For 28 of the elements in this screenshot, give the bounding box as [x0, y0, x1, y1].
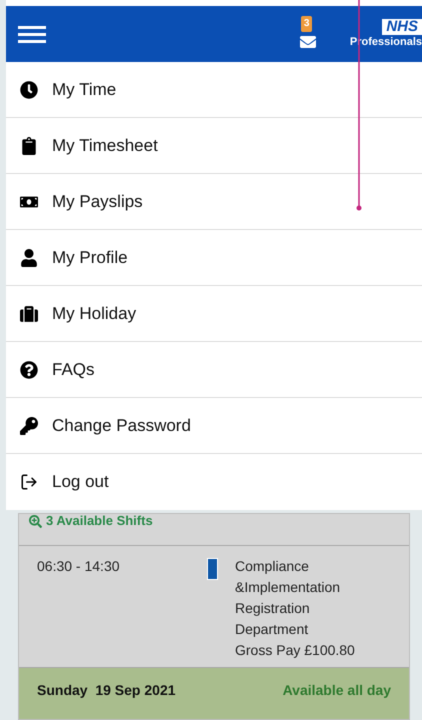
mail-icon: [300, 34, 316, 50]
menu-item[interactable]: My Holiday: [6, 286, 422, 342]
clock-icon: [20, 80, 38, 98]
menu-item[interactable]: FAQs: [6, 342, 422, 398]
menu-item[interactable]: Change Password: [6, 398, 422, 454]
shift-detail: Compliance: [235, 557, 310, 576]
menu-item[interactable]: My Timesheet: [6, 118, 422, 174]
suitcase-icon: [20, 304, 38, 322]
shift-detail: Department: [235, 620, 310, 639]
logo-mark: NHS: [382, 19, 422, 35]
menu-item[interactable]: My Time: [6, 62, 422, 118]
menu-item[interactable]: My Profile: [6, 230, 422, 286]
clipboard-icon: [20, 136, 38, 154]
shift-detail: &Implementation: [235, 578, 342, 597]
help-icon: [20, 360, 38, 378]
logout-icon: [20, 473, 38, 491]
message-count-badge: 3: [300, 16, 312, 32]
menu-item[interactable]: Log out: [6, 454, 422, 510]
shift-detail: Gross Pay £100.80: [235, 641, 355, 660]
zoom-icon: [29, 515, 42, 528]
day-date: Sunday 19 Sep 2021: [37, 681, 176, 700]
person-icon: [20, 248, 38, 266]
menu-button[interactable]: [16, 24, 48, 44]
day-status: Available all day: [282, 681, 391, 700]
menu-item[interactable]: My Payslips: [6, 174, 422, 230]
shift-time: 06:30 - 14:30: [37, 557, 121, 576]
shift-detail: Registration: [235, 599, 311, 618]
key-icon: [20, 416, 38, 434]
